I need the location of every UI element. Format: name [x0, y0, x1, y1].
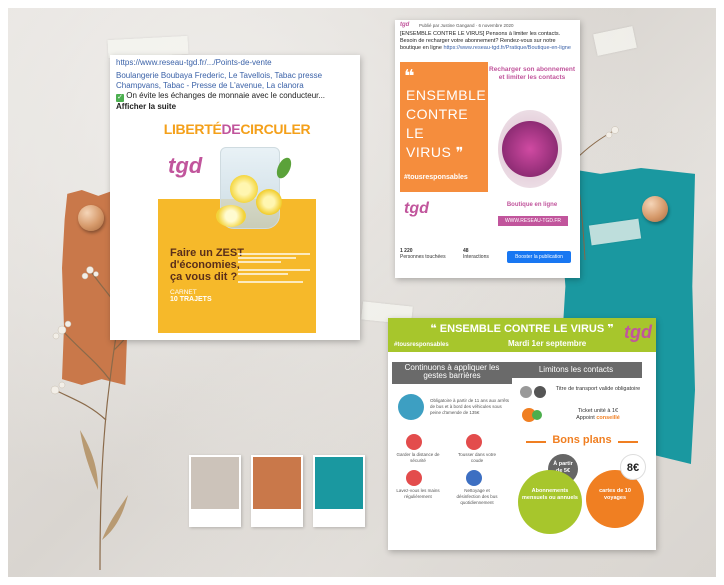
- lemon-icon: [256, 189, 282, 215]
- mask-icon: [398, 394, 424, 420]
- poster-title: LIBERTÉDECIRCULER: [163, 121, 311, 137]
- show-more-link[interactable]: Afficher la suite: [116, 102, 176, 111]
- euro-icon: [532, 410, 542, 420]
- price-8-bubble: 8€: [620, 454, 646, 480]
- facebook-post-ensemble: tgd Publié par Justine Gangand · 6 novem…: [395, 20, 580, 278]
- swatch-teal: [313, 455, 365, 527]
- contacts-box: Limitons les contacts: [510, 362, 642, 378]
- boost-button[interactable]: Booster la publication: [507, 251, 571, 263]
- shop-label: Boutique en ligne: [506, 202, 558, 208]
- check-icon: ✓: [116, 94, 124, 102]
- distance-icon: [406, 434, 422, 450]
- post-link[interactable]: https://www.reseau-tgd.fr/.../Points-de-…: [110, 55, 360, 68]
- hashtag: #tousresponsables: [394, 342, 449, 348]
- shop-list[interactable]: Boulangerie Boubaya Frederic, Le Tavello…: [110, 68, 360, 91]
- bons-plans-title: Bons plans: [522, 434, 642, 446]
- infographic-ensemble: ❝ ENSEMBLE CONTRE LE VIRUS ❞ #tousrespon…: [388, 318, 656, 550]
- gestures-box: Continuons à appliquer les gestes barriè…: [392, 362, 512, 384]
- tgd-logo: tgd: [404, 200, 429, 217]
- tgd-logo: tgd: [168, 153, 203, 178]
- card-icon: [534, 386, 546, 398]
- ensemble-headline: ENSEMBLE CONTRE LE VIRUS ❞: [406, 87, 487, 160]
- post-body: [ENSEMBLE CONTRE LE VIRUS] Pensons à lim…: [400, 31, 571, 51]
- swatch-beige: [189, 455, 241, 527]
- poster-liberte: LIBERTÉDECIRCULER tgd Faire un ZEST d'éc…: [158, 117, 316, 333]
- lemon-icon: [216, 205, 246, 227]
- gesture-cough: Tousser dans votre coude: [457, 452, 497, 463]
- moodboard: https://www.reseau-tgd.fr/.../Points-de-…: [0, 0, 724, 585]
- post-header: tgd Publié par Justine Gangand · 6 novem…: [400, 22, 514, 28]
- ticket-required: Titre de transport valide obligatoire: [555, 386, 641, 392]
- tape: [593, 26, 637, 56]
- tgd-logo: tgd: [624, 322, 652, 342]
- facebook-post-liberte: https://www.reseau-tgd.fr/.../Points-de-…: [110, 55, 360, 340]
- hashtag: #tousresponsables: [404, 174, 468, 181]
- tgd-logo-small: tgd: [400, 22, 410, 28]
- cough-icon: [466, 434, 482, 450]
- quote-icon: ❝: [404, 66, 415, 86]
- interactions-stat: 48 Interactions: [463, 248, 489, 260]
- infographic-title: ❝ ENSEMBLE CONTRE LE VIRUS ❞: [430, 323, 614, 335]
- swatch-orange: [251, 455, 303, 527]
- infographic-header: ❝ ENSEMBLE CONTRE LE VIRUS ❞ #tousrespon…: [388, 318, 656, 352]
- recharge-title: Recharger son abonnement et limiter les …: [489, 66, 575, 81]
- orange-panel: ❝ ENSEMBLE CONTRE LE VIRUS ❞ #tousrespon…: [400, 62, 488, 228]
- poster-fine-print: [238, 251, 310, 285]
- card-reader-icon: [498, 110, 562, 188]
- notice-text: On évite les échanges de monnaie avec le…: [126, 91, 326, 100]
- coin-icon: [520, 386, 532, 398]
- pin-icon: [78, 205, 104, 231]
- date-label: Mardi 1er septembre: [508, 339, 587, 348]
- lemon-icon: [230, 175, 258, 203]
- gesture-distance: Garder la distance de sécurité: [396, 452, 440, 463]
- ticket-price: Ticket unité à 1€ Appoint conseillé: [576, 408, 620, 421]
- shop-url-badge[interactable]: WWW.RESEAU-TGD.FR: [498, 216, 568, 226]
- pin-icon: [642, 196, 668, 222]
- mask-text: Obligatoire à partir de 11 ans aux arrêt…: [430, 398, 509, 415]
- post-notice: ✓ On évite les échanges de monnaie avec …: [110, 91, 360, 112]
- carnet-label: CARNET 10 TRAJETS: [170, 289, 212, 303]
- zest-headline: Faire un ZEST d'économies, ça vous dit ?: [170, 247, 244, 283]
- reach-stat: 1 220 Personnes touchées: [400, 248, 446, 260]
- spray-icon: [466, 470, 482, 486]
- recharge-panel: Recharger son abonnement et limiter les …: [488, 62, 576, 228]
- subscription-bubble: Abonnements mensuels ou annuels: [518, 470, 582, 534]
- gesture-wash: Lavez-vous les mains régulièrement: [396, 488, 440, 499]
- shop-link[interactable]: https://www.reseau-tgd.fr/Pratique/Bouti…: [443, 45, 571, 51]
- handwash-icon: [406, 470, 422, 486]
- gesture-clean: Nettoyage et désinfection des bus quotid…: [456, 488, 498, 505]
